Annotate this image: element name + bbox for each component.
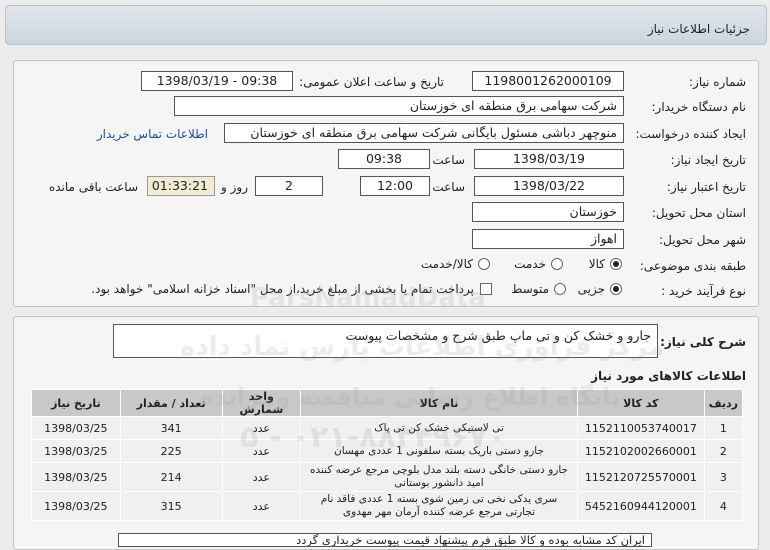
summary-field: جارو و خشک کن و تی ماپ طبق شرح و مشخصات … xyxy=(113,324,658,358)
item-qty: 341 xyxy=(119,416,223,440)
item-qty: 214 xyxy=(119,462,223,492)
category-label: طبقه بندی موضوعی: xyxy=(639,259,746,273)
process-radio-minor[interactable] xyxy=(610,283,622,295)
validity-date-field: 1398/03/22 xyxy=(474,176,624,196)
creator-label: ایجاد کننده درخواست: xyxy=(635,127,746,141)
item-date: 1398/03/25 xyxy=(31,462,121,492)
row-index: 2 xyxy=(703,439,744,463)
process-option-medium: متوسط xyxy=(511,282,549,296)
items-section-title: اطلاعات کالاهای مورد نیاز xyxy=(591,369,746,383)
table-row: 4 5452160944120001 سری یدکی نخی تی زمین … xyxy=(31,491,744,521)
table-row: 2 1152102002660001 جارو دستی باریک بسته … xyxy=(31,439,744,463)
col-unit-header: واحد شمارش xyxy=(221,389,302,417)
category-radio-service[interactable] xyxy=(551,258,563,270)
item-unit: عدد xyxy=(221,462,302,492)
item-code: 1152102002660001 xyxy=(576,439,705,463)
remaining-label: ساعت باقی مانده xyxy=(48,180,138,194)
item-unit: عدد xyxy=(221,491,302,521)
table-row: 3 1152120725570001 جارو دستی خانگی دسته … xyxy=(31,462,744,492)
item-name: جارو دستی خانگی دسته بلند مدل بلوچی مرجع… xyxy=(300,462,578,492)
days-count-field: 2 xyxy=(255,176,323,196)
items-table-header: ردیف کد کالا نام کالا واحد شمارش تعداد /… xyxy=(31,389,744,417)
create-date-field: 1398/03/19 xyxy=(474,149,624,169)
need-number-label: شماره نیاز: xyxy=(689,75,746,89)
create-time-label: ساعت xyxy=(432,153,465,167)
province-field: خوزستان xyxy=(472,202,624,222)
item-name: سری یدکی نخی تی زمین شوی بسته 1 عددی فاق… xyxy=(300,491,578,521)
page-header: جزئیات اطلاعات نیاز xyxy=(5,5,767,45)
category-option-goods: کالا xyxy=(588,257,605,271)
process-label: نوع فرآیند خرید : xyxy=(661,284,746,298)
days-label: روز و xyxy=(221,180,248,194)
summary-label: شرح کلی نیاز: xyxy=(660,335,746,349)
item-unit: عدد xyxy=(221,439,302,463)
treasury-payment-note: پرداخت تمام یا بخشی از مبلغ خرید،از محل … xyxy=(91,282,474,296)
validity-time-field: 12:00 xyxy=(360,176,430,196)
treasury-payment-checkbox[interactable] xyxy=(480,283,492,295)
col-name-header: نام کالا xyxy=(300,389,578,417)
row-index: 3 xyxy=(703,462,744,492)
item-qty: 315 xyxy=(119,491,223,521)
item-unit: عدد xyxy=(221,416,302,440)
item-qty: 225 xyxy=(119,439,223,463)
category-radio-goods[interactable] xyxy=(610,258,622,270)
row-index: 4 xyxy=(703,491,744,521)
contact-buyer-link[interactable]: اطلاعات تماس خریدار xyxy=(97,127,208,141)
validity-time-label: ساعت xyxy=(432,180,465,194)
remaining-time-field: 01:33:21 xyxy=(147,176,215,196)
province-label: استان محل تحویل: xyxy=(651,206,746,220)
category-option-service: خدمت xyxy=(514,257,546,271)
page-title: جزئیات اطلاعات نیاز xyxy=(647,22,750,36)
item-code: 1152120725570001 xyxy=(576,462,705,492)
buyer-field: شرکت سهامی برق منطقه ای خوزستان xyxy=(174,96,624,116)
process-radio-medium[interactable] xyxy=(554,283,566,295)
item-date: 1398/03/25 xyxy=(31,491,121,521)
row-index: 1 xyxy=(703,416,744,440)
item-date: 1398/03/25 xyxy=(31,416,121,440)
buyer-label: نام دستگاه خریدار: xyxy=(651,100,747,114)
city-label: شهر محل تحویل: xyxy=(659,233,746,247)
item-name: جارو دستی باریک بسته سلفونی 1 عددی مهسان xyxy=(300,439,578,463)
need-number-field: 1198001262000109 xyxy=(472,71,624,91)
col-code-header: کد کالا xyxy=(576,389,705,417)
item-name: تی لاستیکی خشک کن تی پاک xyxy=(300,416,578,440)
create-time-field: 09:38 xyxy=(338,149,430,169)
col-row-header: ردیف xyxy=(703,389,744,417)
city-field: اهواز xyxy=(472,229,624,249)
col-date-header: تاریخ نیاز xyxy=(31,389,121,417)
validity-label: تاریخ اعتبار نیاز: xyxy=(666,180,746,194)
category-radio-goods-service[interactable] xyxy=(478,258,490,270)
col-qty-header: تعداد / مقدار xyxy=(119,389,223,417)
item-date: 1398/03/25 xyxy=(31,439,121,463)
announce-label: تاریخ و ساعت اعلان عمومی: xyxy=(299,75,444,89)
item-code: 5452160944120001 xyxy=(576,491,705,521)
announce-datetime-field: 1398/03/19 - 09:38 xyxy=(141,71,293,91)
items-table: ردیف کد کالا نام کالا واحد شمارش تعداد /… xyxy=(31,389,744,521)
table-row: 1 1152110053740017 تی لاستیکی خشک کن تی … xyxy=(31,416,744,440)
process-option-minor: جزیی xyxy=(577,282,605,296)
category-option-goods-service: کالا/خدمت xyxy=(420,257,473,271)
creator-field: منوچهر دباشی مسئول بایگانی شرکت سهامی بر… xyxy=(224,123,624,143)
create-date-label: تاریخ ایجاد نیاز: xyxy=(670,153,746,167)
item-code: 1152110053740017 xyxy=(576,416,705,440)
